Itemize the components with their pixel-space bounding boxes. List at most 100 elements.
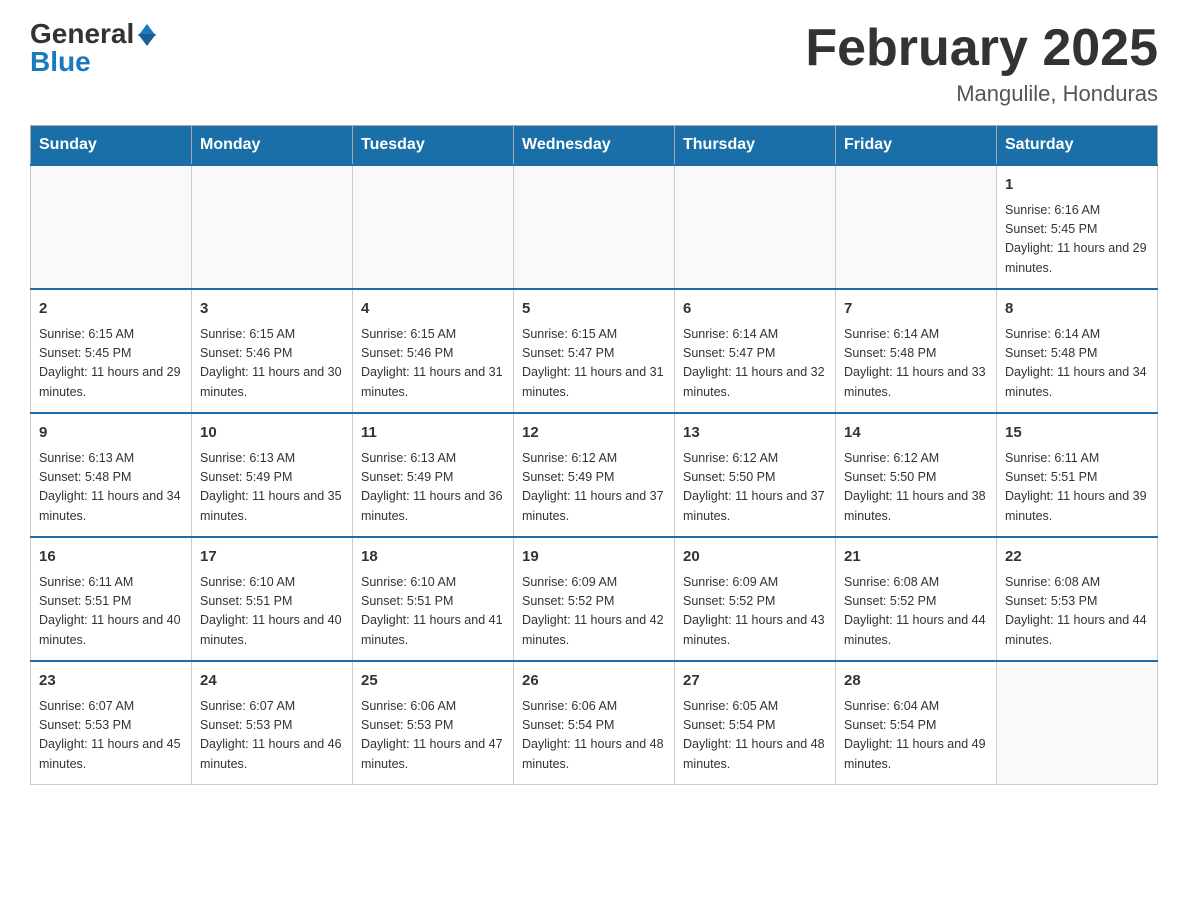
day-info: Sunrise: 6:15 AM Sunset: 5:47 PM Dayligh…: [522, 325, 666, 403]
calendar-cell: 4 Sunrise: 6:15 AM Sunset: 5:46 PM Daylig…: [353, 289, 514, 413]
day-number: 13: [683, 422, 827, 445]
calendar-cell: 27 Sunrise: 6:05 AM Sunset: 5:54 PM Dayli…: [675, 661, 836, 785]
logo-blue-text: Blue: [30, 48, 91, 76]
day-number: 19: [522, 546, 666, 569]
day-number: 2: [39, 298, 183, 321]
calendar-cell: 14 Sunrise: 6:12 AM Sunset: 5:50 PM Dayli…: [836, 413, 997, 537]
day-number: 15: [1005, 422, 1149, 445]
location-title: Mangulile, Honduras: [805, 81, 1158, 107]
day-number: 28: [844, 670, 988, 693]
day-info: Sunrise: 6:11 AM Sunset: 5:51 PM Dayligh…: [39, 573, 183, 651]
day-info: Sunrise: 6:06 AM Sunset: 5:54 PM Dayligh…: [522, 697, 666, 775]
weekday-header-monday: Monday: [192, 126, 353, 166]
day-number: 3: [200, 298, 344, 321]
day-info: Sunrise: 6:14 AM Sunset: 5:48 PM Dayligh…: [844, 325, 988, 403]
day-info: Sunrise: 6:04 AM Sunset: 5:54 PM Dayligh…: [844, 697, 988, 775]
calendar-cell: 10 Sunrise: 6:13 AM Sunset: 5:49 PM Dayli…: [192, 413, 353, 537]
weekday-header-row: SundayMondayTuesdayWednesdayThursdayFrid…: [31, 126, 1158, 166]
day-info: Sunrise: 6:10 AM Sunset: 5:51 PM Dayligh…: [361, 573, 505, 651]
calendar-cell: 3 Sunrise: 6:15 AM Sunset: 5:46 PM Daylig…: [192, 289, 353, 413]
calendar-cell: 20 Sunrise: 6:09 AM Sunset: 5:52 PM Dayli…: [675, 537, 836, 661]
day-number: 17: [200, 546, 344, 569]
day-number: 6: [683, 298, 827, 321]
day-info: Sunrise: 6:15 AM Sunset: 5:45 PM Dayligh…: [39, 325, 183, 403]
day-number: 27: [683, 670, 827, 693]
calendar-cell: 22Sunrise: 6:08 AM Sunset: 5:53 PM Dayli…: [997, 537, 1158, 661]
day-number: 7: [844, 298, 988, 321]
day-number: 22: [1005, 546, 1149, 569]
day-number: 4: [361, 298, 505, 321]
calendar-week-row: 2 Sunrise: 6:15 AM Sunset: 5:45 PM Daylig…: [31, 289, 1158, 413]
day-number: 11: [361, 422, 505, 445]
calendar-cell: [31, 165, 192, 289]
day-info: Sunrise: 6:09 AM Sunset: 5:52 PM Dayligh…: [522, 573, 666, 651]
day-number: 14: [844, 422, 988, 445]
day-info: Sunrise: 6:07 AM Sunset: 5:53 PM Dayligh…: [39, 697, 183, 775]
calendar-cell: 9Sunrise: 6:13 AM Sunset: 5:48 PM Daylig…: [31, 413, 192, 537]
day-info: Sunrise: 6:10 AM Sunset: 5:51 PM Dayligh…: [200, 573, 344, 651]
calendar-cell: [192, 165, 353, 289]
logo: General Blue: [30, 20, 156, 76]
weekday-header-thursday: Thursday: [675, 126, 836, 166]
calendar-cell: 2 Sunrise: 6:15 AM Sunset: 5:45 PM Daylig…: [31, 289, 192, 413]
calendar-cell: 13 Sunrise: 6:12 AM Sunset: 5:50 PM Dayli…: [675, 413, 836, 537]
page-header: General Blue February 2025 Mangulile, Ho…: [30, 20, 1158, 107]
calendar-cell: 23Sunrise: 6:07 AM Sunset: 5:53 PM Dayli…: [31, 661, 192, 785]
day-number: 21: [844, 546, 988, 569]
calendar-cell: 15 Sunrise: 6:11 AM Sunset: 5:51 PM Dayli…: [997, 413, 1158, 537]
calendar-week-row: 1Sunrise: 6:16 AM Sunset: 5:45 PM Daylig…: [31, 165, 1158, 289]
day-info: Sunrise: 6:05 AM Sunset: 5:54 PM Dayligh…: [683, 697, 827, 775]
calendar-cell: 6 Sunrise: 6:14 AM Sunset: 5:47 PM Daylig…: [675, 289, 836, 413]
calendar-cell: 1Sunrise: 6:16 AM Sunset: 5:45 PM Daylig…: [997, 165, 1158, 289]
weekday-header-tuesday: Tuesday: [353, 126, 514, 166]
weekday-header-saturday: Saturday: [997, 126, 1158, 166]
calendar-cell: 12 Sunrise: 6:12 AM Sunset: 5:49 PM Dayli…: [514, 413, 675, 537]
month-title: February 2025: [805, 20, 1158, 77]
calendar-cell: 21 Sunrise: 6:08 AM Sunset: 5:52 PM Dayli…: [836, 537, 997, 661]
logo-general-text: General: [30, 20, 134, 48]
day-number: 26: [522, 670, 666, 693]
day-info: Sunrise: 6:12 AM Sunset: 5:50 PM Dayligh…: [683, 449, 827, 527]
day-number: 18: [361, 546, 505, 569]
calendar-week-row: 23Sunrise: 6:07 AM Sunset: 5:53 PM Dayli…: [31, 661, 1158, 785]
day-info: Sunrise: 6:15 AM Sunset: 5:46 PM Dayligh…: [361, 325, 505, 403]
day-info: Sunrise: 6:13 AM Sunset: 5:48 PM Dayligh…: [39, 449, 183, 527]
day-info: Sunrise: 6:14 AM Sunset: 5:47 PM Dayligh…: [683, 325, 827, 403]
weekday-header-sunday: Sunday: [31, 126, 192, 166]
calendar-cell: 18 Sunrise: 6:10 AM Sunset: 5:51 PM Dayli…: [353, 537, 514, 661]
weekday-header-friday: Friday: [836, 126, 997, 166]
day-info: Sunrise: 6:06 AM Sunset: 5:53 PM Dayligh…: [361, 697, 505, 775]
calendar-cell: 17 Sunrise: 6:10 AM Sunset: 5:51 PM Dayli…: [192, 537, 353, 661]
calendar-cell: 5 Sunrise: 6:15 AM Sunset: 5:47 PM Daylig…: [514, 289, 675, 413]
calendar-cell: 25 Sunrise: 6:06 AM Sunset: 5:53 PM Dayli…: [353, 661, 514, 785]
calendar-cell: [997, 661, 1158, 785]
day-info: Sunrise: 6:12 AM Sunset: 5:49 PM Dayligh…: [522, 449, 666, 527]
weekday-header-wednesday: Wednesday: [514, 126, 675, 166]
day-info: Sunrise: 6:11 AM Sunset: 5:51 PM Dayligh…: [1005, 449, 1149, 527]
day-number: 25: [361, 670, 505, 693]
calendar-cell: 7 Sunrise: 6:14 AM Sunset: 5:48 PM Daylig…: [836, 289, 997, 413]
day-info: Sunrise: 6:13 AM Sunset: 5:49 PM Dayligh…: [200, 449, 344, 527]
day-info: Sunrise: 6:14 AM Sunset: 5:48 PM Dayligh…: [1005, 325, 1149, 403]
calendar-cell: 24Sunrise: 6:07 AM Sunset: 5:53 PM Dayli…: [192, 661, 353, 785]
calendar-cell: [353, 165, 514, 289]
day-info: Sunrise: 6:16 AM Sunset: 5:45 PM Dayligh…: [1005, 201, 1149, 279]
day-info: Sunrise: 6:07 AM Sunset: 5:53 PM Dayligh…: [200, 697, 344, 775]
title-block: February 2025 Mangulile, Honduras: [805, 20, 1158, 107]
day-info: Sunrise: 6:12 AM Sunset: 5:50 PM Dayligh…: [844, 449, 988, 527]
day-info: Sunrise: 6:08 AM Sunset: 5:52 PM Dayligh…: [844, 573, 988, 651]
calendar-table: SundayMondayTuesdayWednesdayThursdayFrid…: [30, 125, 1158, 785]
calendar-cell: 16 Sunrise: 6:11 AM Sunset: 5:51 PM Dayli…: [31, 537, 192, 661]
calendar-week-row: 16 Sunrise: 6:11 AM Sunset: 5:51 PM Dayli…: [31, 537, 1158, 661]
calendar-cell: 11 Sunrise: 6:13 AM Sunset: 5:49 PM Dayli…: [353, 413, 514, 537]
day-number: 10: [200, 422, 344, 445]
day-info: Sunrise: 6:15 AM Sunset: 5:46 PM Dayligh…: [200, 325, 344, 403]
calendar-cell: 19 Sunrise: 6:09 AM Sunset: 5:52 PM Dayli…: [514, 537, 675, 661]
day-info: Sunrise: 6:09 AM Sunset: 5:52 PM Dayligh…: [683, 573, 827, 651]
day-number: 5: [522, 298, 666, 321]
day-number: 20: [683, 546, 827, 569]
day-number: 16: [39, 546, 183, 569]
day-info: Sunrise: 6:13 AM Sunset: 5:49 PM Dayligh…: [361, 449, 505, 527]
day-number: 12: [522, 422, 666, 445]
calendar-cell: 26 Sunrise: 6:06 AM Sunset: 5:54 PM Dayli…: [514, 661, 675, 785]
